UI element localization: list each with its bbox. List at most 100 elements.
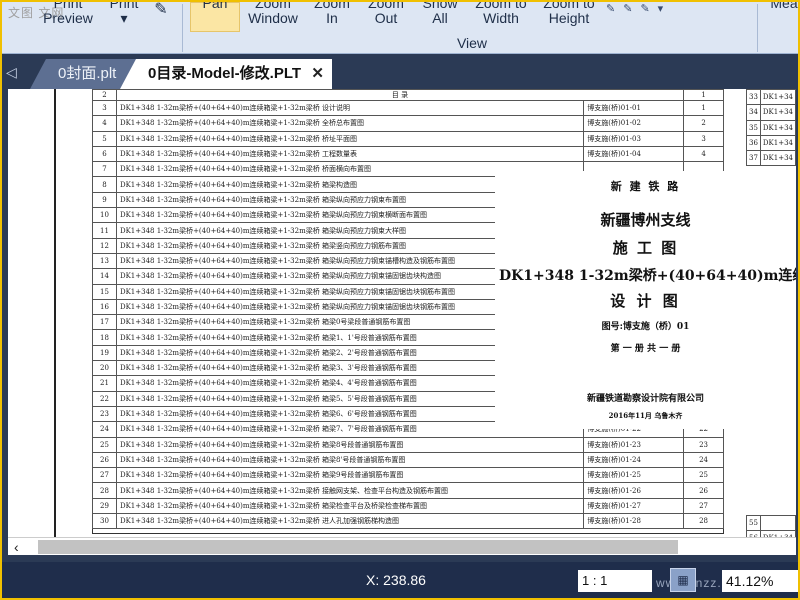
row-prefix: DK1+348 1-32m梁桥+(40+64+40)m连续箱梁+1-32m梁桥 …	[115, 482, 585, 499]
zoom-level-field[interactable]: 41.12%	[722, 570, 798, 592]
row-location: DK1+348 1-32m梁桥+(40+64+40)m连续箱梁+1-32m梁桥	[119, 379, 320, 388]
tab-scroll-left-icon[interactable]: ◁	[6, 64, 17, 81]
row-no: 16	[92, 298, 117, 316]
measure-button[interactable]: Mea	[764, 0, 798, 34]
title-section: DK1+348 1-32m梁桥+(40+64+40)m连续箱梁+1-32m梁	[499, 268, 796, 284]
row-title: 箱梁纵向预应力钢束大样图	[321, 226, 406, 235]
row-prefix: DK1+348 1-32m梁桥+(40+64+40)m连续箱梁+1-32m梁桥 …	[115, 436, 585, 453]
row-prefix	[759, 514, 796, 532]
row-title: 接触网支架、检查平台构造及钢筋布置图	[321, 486, 448, 495]
row-no: 26	[92, 451, 117, 469]
row-title: 箱梁纵向预应力钢束布置图	[321, 195, 406, 204]
pan-label: Pan	[202, 0, 228, 11]
table-row: 4 DK1+348 1-32m梁桥+(40+64+40)m连续箱梁+1-32m梁桥…	[92, 115, 724, 132]
row-prefix: DK1+348 1-32m梁桥+(40+64+40)m连续箱梁+1-32m梁桥 …	[115, 115, 585, 132]
row-no: 9	[92, 191, 117, 209]
row-no: 14	[92, 268, 117, 285]
row-code: 博支施(桥)01-23	[583, 436, 685, 453]
row-title: 进人孔加强钢筋梯构造图	[321, 517, 399, 526]
row-title: 箱梁6、6'号段普通钢筋布置图	[321, 410, 417, 419]
header-pg: 1	[683, 89, 724, 101]
table-row: 36 DK1+34	[746, 134, 796, 152]
row-no: 19	[92, 344, 117, 362]
row-prefix: DK1+348 1-32m梁桥+(40+64+40)m连续箱梁+1-32m梁桥 …	[115, 99, 585, 117]
zoom-to-width-label-2: Width	[483, 10, 519, 26]
row-prefix: DK1+348 1-32m梁桥+(40+64+40)m连续箱梁+1-32m梁桥 …	[115, 145, 585, 163]
scroll-left-icon[interactable]: ‹	[14, 538, 19, 556]
scale-field[interactable]: 1 : 1	[578, 570, 652, 592]
row-location: DK1+348 1-32m梁桥+(40+64+40)m连续箱梁+1-32m梁桥	[119, 486, 320, 495]
row-page: 26	[683, 482, 724, 499]
header-title: 目 录	[115, 89, 685, 101]
tab-index-plt[interactable]: 0目录-Model-修改.PLT ✕	[120, 59, 332, 89]
row-title: 箱梁8'号段普通钢筋布置图	[321, 455, 406, 464]
row-title: 箱梁纵向预应力钢束锚固锯齿块构造图	[321, 272, 441, 281]
measure-angle-icon[interactable]: ✎	[623, 2, 632, 15]
scroll-thumb[interactable]	[38, 540, 678, 554]
row-prefix: DK1+348 1-32m梁桥+(40+64+40)m连续箱梁+1-32m梁桥 …	[115, 467, 585, 484]
zoom-in-button[interactable]: Zoom In	[306, 2, 358, 34]
drawing-canvas[interactable]: 2 目 录 1 3 DK1+348 1-32m梁桥+(40+64+40)m连续箱梁…	[8, 89, 796, 537]
row-no: 35	[746, 119, 761, 136]
row-title: 箱梁5、5'号段普通钢筋布置图	[321, 394, 417, 403]
row-prefix: DK1+34	[759, 119, 796, 136]
measure-distance-icon[interactable]: ✎	[606, 2, 615, 15]
zoom-out-label-2: Out	[374, 10, 398, 26]
title-railway: 新 建 铁 路	[610, 180, 681, 193]
row-no: 15	[92, 283, 117, 300]
zoom-to-width-button[interactable]: Zoom to Width	[468, 2, 534, 34]
row-title: 箱梁9号段普通钢筋布置图	[321, 471, 404, 480]
row-no: 6	[92, 145, 117, 163]
row-title: 桥址平面图	[321, 134, 357, 143]
print-button[interactable]: Print ▾	[102, 2, 146, 34]
row-prefix: DK1+348 1-32m梁桥+(40+64+40)m连续箱梁+1-32m梁桥 …	[115, 451, 585, 469]
zoom-window-button[interactable]: Zoom Window	[242, 2, 304, 34]
zoom-to-height-button[interactable]: Zoom to Height	[536, 2, 602, 34]
row-code: 博支施(桥)01-24	[583, 451, 685, 469]
title-company: 新疆铁道勘察设计院有限公司	[586, 394, 704, 404]
show-all-button[interactable]: Show All	[414, 2, 466, 34]
horizontal-scrollbar[interactable]: ‹	[8, 537, 796, 555]
row-location: DK1+348 1-32m梁桥+(40+64+40)m连续箱梁+1-32m梁桥	[119, 348, 320, 357]
measure-label: Mea	[770, 0, 798, 11]
row-page: 2	[683, 115, 724, 132]
zoom-to-height-label-2: Height	[548, 10, 590, 26]
close-icon[interactable]: ✕	[311, 59, 324, 89]
row-location: DK1+348 1-32m梁桥+(40+64+40)m连续箱梁+1-32m梁桥	[119, 211, 320, 220]
row-title: 箱梁4、4'号段普通钢筋布置图	[321, 379, 417, 388]
row-no: 20	[92, 360, 117, 377]
row-location: DK1+348 1-32m梁桥+(40+64+40)m连续箱梁+1-32m梁桥	[119, 364, 320, 373]
row-no: 10	[92, 207, 117, 224]
row-title: 箱梁构造图	[321, 180, 357, 189]
tab-cover-plt[interactable]: 0封面.plt	[30, 59, 138, 89]
page-setup-icon[interactable]: ✎	[150, 2, 172, 34]
view-group-label: View	[456, 35, 488, 51]
zoom-out-button[interactable]: Zoom Out	[360, 2, 412, 34]
row-no: 28	[92, 482, 117, 499]
row-no: 27	[92, 467, 117, 484]
group-divider	[182, 4, 183, 52]
title-volume: 第 一 册 共 一 册	[610, 344, 681, 354]
row-page: 25	[683, 467, 724, 484]
row-location: DK1+348 1-32m梁桥+(40+64+40)m连续箱梁+1-32m梁桥	[119, 410, 320, 419]
row-page: 28	[683, 513, 724, 530]
row-location: DK1+348 1-32m梁桥+(40+64+40)m连续箱梁+1-32m梁桥	[119, 104, 320, 113]
measure-area-icon[interactable]: ✎	[640, 2, 649, 15]
tab-cover-label: 0封面.plt	[58, 65, 117, 82]
row-title: 箱梁3、3'号段普通钢筋布置图	[321, 364, 417, 373]
row-code: 博支施(桥)01-27	[583, 497, 685, 515]
row-no: 33	[746, 89, 761, 106]
pan-button[interactable]: Pan	[190, 2, 240, 34]
row-location: DK1+348 1-32m梁桥+(40+64+40)m连续箱梁+1-32m梁桥	[119, 333, 320, 342]
row-prefix: DK1+348 1-32m梁桥+(40+64+40)m连续箱梁+1-32m梁桥 …	[115, 513, 585, 530]
table-row: 25 DK1+348 1-32m梁桥+(40+64+40)m连续箱梁+1-32m梁…	[92, 436, 724, 453]
app-window: 文图 文网 Print Preview Print ▾ ✎ Pan Zoom W…	[0, 0, 800, 600]
scale-grid-icon[interactable]: ▦	[670, 568, 696, 592]
measure-options-icon[interactable]: ▾	[658, 2, 664, 15]
print-preview-button[interactable]: Print Preview	[38, 2, 98, 34]
row-location: DK1+348 1-32m梁桥+(40+64+40)m连续箱梁+1-32m梁桥	[119, 241, 320, 250]
row-title: 箱梁检查平台及桥梁检查梯布置图	[321, 501, 427, 510]
row-location: DK1+348 1-32m梁桥+(40+64+40)m连续箱梁+1-32m梁桥	[119, 195, 320, 204]
row-title: 设计说明	[321, 104, 350, 113]
row-page: 24	[683, 451, 724, 469]
